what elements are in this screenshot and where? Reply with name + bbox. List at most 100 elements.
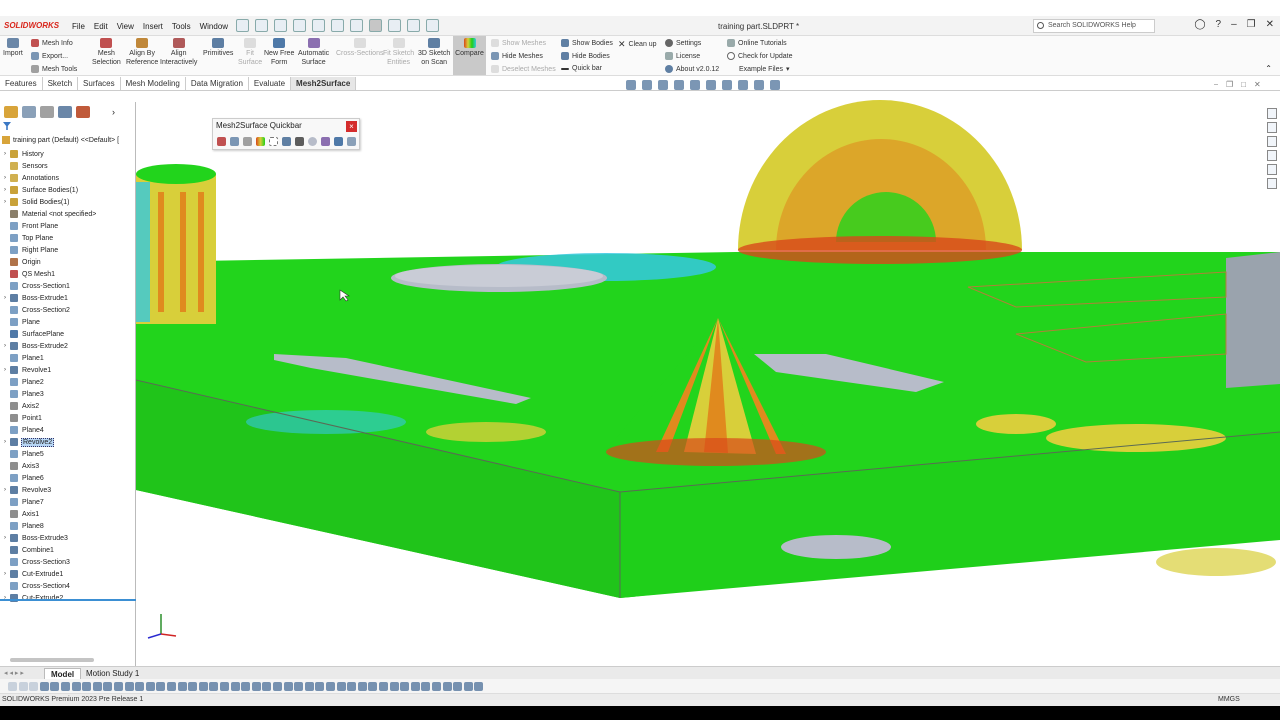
example-files-button[interactable]: Example Files ▾: [739, 65, 789, 74]
file-properties-icon[interactable]: [407, 19, 420, 32]
view-orientation-icon[interactable]: [690, 80, 700, 90]
open-icon[interactable]: [274, 19, 287, 32]
zoom-to-area-icon[interactable]: [642, 80, 652, 90]
tree-node[interactable]: Axis2: [0, 400, 136, 412]
tree-node[interactable]: › Solid Bodies(1): [0, 196, 136, 208]
mesh-selection-icon[interactable]: [217, 137, 226, 146]
tab-features[interactable]: Features: [0, 77, 43, 90]
tree-node[interactable]: › Revolve2: [0, 436, 136, 448]
viewport-maximize-icon[interactable]: □: [1241, 80, 1246, 90]
tree-node[interactable]: Front Plane: [0, 220, 136, 232]
tree-node[interactable]: Sensors: [0, 160, 136, 172]
toolbar-tool-icon[interactable]: [294, 682, 304, 691]
tree-node[interactable]: Plane4: [0, 424, 136, 436]
cross-sections-button[interactable]: Cross-Sections: [336, 38, 383, 58]
toolbar-tool-icon[interactable]: [326, 682, 335, 691]
tree-node[interactable]: › History: [0, 148, 136, 160]
tree-node[interactable]: Axis1: [0, 508, 136, 520]
mesh-tools-button[interactable]: Mesh Tools: [31, 65, 77, 73]
tab-surfaces[interactable]: Surfaces: [78, 77, 121, 90]
tree-node[interactable]: › Annotations: [0, 172, 136, 184]
tree-node[interactable]: Point1: [0, 412, 136, 424]
model-3d-view[interactable]: [136, 92, 1280, 666]
toolbar-tool-icon[interactable]: [220, 682, 229, 691]
tab-sketch[interactable]: Sketch: [43, 77, 79, 90]
tree-node[interactable]: Plane7: [0, 496, 136, 508]
toolbar-tool-icon[interactable]: [135, 682, 145, 691]
tab-motion-study[interactable]: Motion Study 1: [80, 668, 145, 679]
toolbar-tool-icon[interactable]: [29, 682, 39, 691]
toolbar-tool-icon[interactable]: [198, 682, 208, 691]
tree-node[interactable]: Plane5: [0, 448, 136, 460]
tree-node[interactable]: Cross-Section1: [0, 280, 136, 292]
toolbar-tool-icon[interactable]: [177, 682, 187, 691]
mesh2surface-quickbar[interactable]: Mesh2Surface Quickbar ×: [212, 118, 360, 150]
tree-node[interactable]: Cross-Section3: [0, 556, 136, 568]
help-icon[interactable]: ?: [1216, 19, 1222, 30]
settings-button[interactable]: Settings: [665, 39, 701, 47]
expand-chevron-icon[interactable]: ›: [0, 367, 10, 373]
viewport-close-icon[interactable]: ✕: [1254, 80, 1261, 90]
tree-node[interactable]: Plane2: [0, 376, 136, 388]
redo-icon[interactable]: [350, 19, 363, 32]
tree-node[interactable]: Cross-Section4: [0, 580, 136, 592]
free-form-icon[interactable]: [334, 137, 343, 146]
about-button[interactable]: About v2.0.12: [665, 65, 719, 73]
compare-icon[interactable]: [256, 137, 265, 146]
align-by-reference-button[interactable]: Align By Reference: [126, 38, 158, 67]
tree-node[interactable]: Right Plane: [0, 244, 136, 256]
property-manager-tab-icon[interactable]: [22, 106, 36, 118]
previous-view-icon[interactable]: [658, 80, 668, 90]
restore-icon[interactable]: ❐: [1247, 19, 1256, 30]
units-indicator[interactable]: MMGS: [1218, 696, 1240, 703]
toolbar-tool-icon[interactable]: [61, 682, 70, 691]
toolbar-tool-icon[interactable]: [273, 682, 282, 691]
rebuild-icon[interactable]: [388, 19, 401, 32]
surface-icon[interactable]: [308, 137, 317, 146]
tab-mesh2surface[interactable]: Mesh2Surface: [291, 77, 357, 90]
configuration-tab-icon[interactable]: [40, 106, 54, 118]
mesh-tools-icon[interactable]: [243, 137, 252, 146]
toolbar-tool-icon[interactable]: [71, 682, 81, 691]
toolbar-tool-icon[interactable]: [82, 682, 92, 691]
compare-button[interactable]: Compare: [453, 36, 486, 75]
settings-icon[interactable]: [347, 137, 356, 146]
toolbar-tool-icon[interactable]: [167, 682, 176, 691]
export-button[interactable]: Export...: [31, 52, 68, 60]
viewport-minimize-icon[interactable]: ⎯: [1214, 80, 1218, 90]
toolbar-tool-icon[interactable]: [92, 682, 102, 691]
menu-insert[interactable]: Insert: [143, 22, 163, 31]
feature-tree-tab-icon[interactable]: [4, 106, 18, 118]
toolbar-tool-icon[interactable]: [463, 682, 473, 691]
tree-node[interactable]: Plane8: [0, 520, 136, 532]
expand-chevron-icon[interactable]: ›: [0, 187, 10, 193]
tree-root[interactable]: training part (Default) <<Default> [: [2, 136, 119, 144]
tree-node[interactable]: Plane1: [0, 352, 136, 364]
graphics-area[interactable]: [136, 92, 1280, 666]
tab-evaluate[interactable]: Evaluate: [249, 77, 292, 90]
view-settings-icon[interactable]: [770, 80, 780, 90]
apply-scene-icon[interactable]: [754, 80, 764, 90]
section-view-icon[interactable]: [674, 80, 684, 90]
print-icon[interactable]: [312, 19, 325, 32]
toolbar-tool-icon[interactable]: [400, 682, 410, 691]
tree-node[interactable]: Axis3: [0, 460, 136, 472]
file-explorer-icon[interactable]: [1267, 150, 1277, 161]
toolbar-tool-icon[interactable]: [241, 682, 251, 691]
toolbar-tool-icon[interactable]: [304, 682, 314, 691]
tree-node[interactable]: Material <not specified>: [0, 208, 136, 220]
toolbar-tool-icon[interactable]: [230, 682, 240, 691]
search-help-input[interactable]: Search SOLIDWORKS Help: [1033, 19, 1155, 33]
tab-data-migration[interactable]: Data Migration: [186, 77, 249, 90]
tab-mesh-modeling[interactable]: Mesh Modeling: [121, 77, 186, 90]
menu-edit[interactable]: Edit: [94, 22, 108, 31]
toolbar-tool-icon[interactable]: [18, 682, 28, 691]
fit-surface-button[interactable]: Fit Surface: [238, 38, 262, 67]
toolbar-tool-icon[interactable]: [114, 682, 123, 691]
toolbar-tool-icon[interactable]: [474, 682, 484, 691]
tree-node[interactable]: › Boss-Extrude1: [0, 292, 136, 304]
toolbar-tool-icon[interactable]: [209, 682, 219, 691]
expand-chevron-icon[interactable]: ›: [0, 175, 10, 181]
tree-node[interactable]: Origin: [0, 256, 136, 268]
tree-node[interactable]: › Revolve3: [0, 484, 136, 496]
